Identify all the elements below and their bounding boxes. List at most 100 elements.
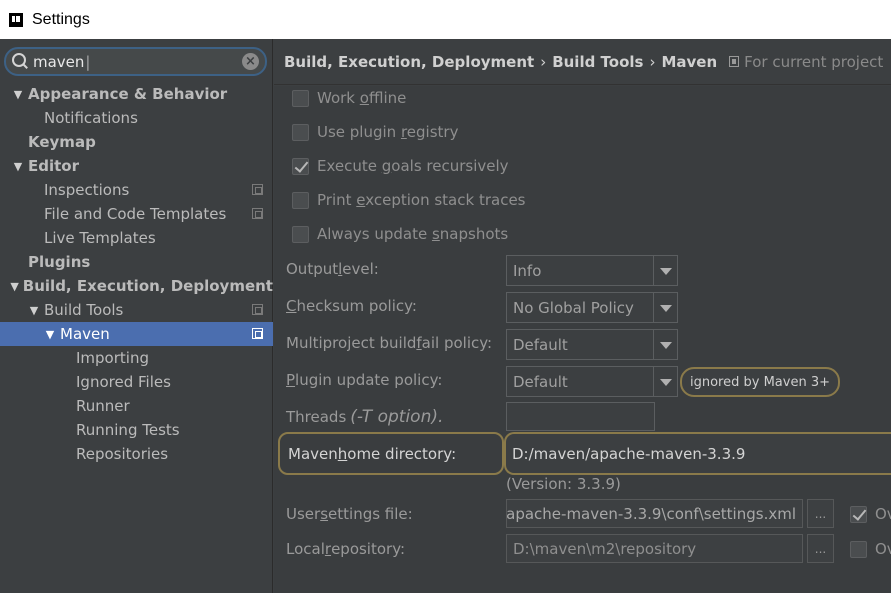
tree-item-build-execution-deployment[interactable]: ▼ Build, Execution, Deployment [0, 274, 273, 298]
tree-item-ignored-files[interactable]: Ignored Files [0, 370, 273, 394]
maven-home-label: Maven h ome directory: [278, 432, 504, 475]
chevron-down-icon[interactable] [653, 256, 677, 285]
breadcrumb-item-maven: Maven [661, 52, 718, 71]
search-icon [12, 53, 29, 70]
user-settings-override-checkbox[interactable] [850, 505, 867, 523]
local-repo-label: Local r epository: [286, 540, 406, 558]
user-settings-input[interactable]: apache-maven-3.3.9\conf\settings.xml [506, 499, 803, 528]
chevron-down-icon[interactable] [653, 330, 677, 359]
always-update-option[interactable]: Always update snapshots [292, 222, 508, 246]
tree-item-runner[interactable]: Runner [0, 394, 273, 418]
tree-item-label: Editor [28, 157, 79, 175]
always-update-checkbox[interactable] [292, 225, 309, 243]
tree-item-label: Maven [60, 325, 110, 343]
maven-home-value: D:/maven/apache-maven-3.3.9 [512, 444, 746, 463]
tree-item-label: Notifications [44, 109, 138, 127]
print-exception-label: Print exception stack traces [317, 191, 526, 209]
maven-settings-form: Work offline Use plugin registry Execute… [274, 86, 891, 593]
plugin-update-value: Default [513, 372, 568, 391]
ignored-badge: ignored by Maven 3+ [680, 367, 840, 397]
threads-input[interactable] [506, 402, 655, 431]
window-titlebar: Settings [0, 0, 891, 39]
print-exception-checkbox[interactable] [292, 191, 309, 209]
user-settings-label: User s ettings file: [286, 505, 413, 523]
local-repo-value: D:\maven\m2\repository [513, 539, 697, 558]
tree-item-label: Keymap [28, 133, 96, 151]
tree-item-label: Importing [76, 349, 149, 367]
multiproject-fail-value: Default [513, 335, 568, 354]
tree-item-file-and-code-templates[interactable]: File and Code Templates [0, 202, 273, 226]
settings-content-panel: Build, Execution, Deployment › Build Too… [274, 39, 891, 593]
multiproject-fail-label: Multiproject build f ail policy: [286, 334, 493, 352]
user-settings-override[interactable]: Ov [850, 502, 891, 526]
execute-goals-label: Execute goals recursively [317, 157, 509, 175]
output-level-value: Info [513, 261, 542, 280]
intellij-logo-icon [9, 12, 23, 27]
tree-item-label: Inspections [44, 181, 130, 199]
multiproject-fail-select[interactable]: Default [506, 329, 678, 360]
settings-tree: ▼ Appearance & Behavior Notifications Keyma… [0, 82, 273, 466]
breadcrumb-item-build-tools: Build Tools [552, 52, 644, 71]
local-repo-browse-button[interactable]: ... [807, 534, 834, 563]
breadcrumb-item-build: Build, Execution, Deployment [284, 52, 535, 71]
expand-arrow-icon[interactable]: ▼ [10, 88, 26, 101]
work-offline-option[interactable]: Work offline [292, 86, 406, 110]
execute-goals-checkbox[interactable] [292, 157, 309, 175]
tree-item-label: Running Tests [76, 421, 180, 439]
plugin-registry-label: Use plugin registry [317, 123, 459, 141]
local-repo-override[interactable]: Ov [850, 537, 891, 561]
plugin-registry-option[interactable]: Use plugin registry [292, 120, 458, 144]
execute-goals-option[interactable]: Execute goals recursively [292, 154, 509, 178]
tree-item-running-tests[interactable]: Running Tests [0, 418, 273, 442]
local-repo-override-label: Ov [875, 540, 891, 558]
breadcrumb-separator: › [649, 52, 656, 71]
chevron-down-icon[interactable] [653, 367, 677, 396]
breadcrumb-separator: › [540, 52, 547, 71]
expand-arrow-icon[interactable]: ▼ [10, 160, 26, 173]
local-repo-input[interactable]: D:\maven\m2\repository [506, 534, 803, 563]
tree-item-label: Runner [76, 397, 130, 415]
user-settings-browse-button[interactable]: ... [807, 499, 834, 528]
work-offline-checkbox[interactable] [292, 89, 309, 107]
tree-item-label: Repositories [76, 445, 169, 463]
expand-arrow-icon[interactable]: ▼ [8, 280, 21, 293]
tree-item-notifications[interactable]: Notifications [0, 106, 273, 130]
plugin-registry-checkbox[interactable] [292, 123, 309, 141]
maven-home-input[interactable]: D:/maven/apache-maven-3.3.9 [504, 432, 891, 475]
print-exception-option[interactable]: Print exception stack traces [292, 188, 525, 212]
clear-icon[interactable]: × [242, 53, 259, 70]
tree-item-importing[interactable]: Importing [0, 346, 273, 370]
work-offline-label: Work offline [317, 89, 407, 107]
tree-item-label: Plugins [28, 253, 91, 271]
plugin-update-label: Plugin update policy: [286, 371, 443, 389]
checksum-policy-select[interactable]: No Global Policy [506, 292, 678, 323]
checksum-policy-value: No Global Policy [513, 298, 634, 317]
output-level-select[interactable]: Info [506, 255, 678, 286]
plugin-update-select[interactable]: Default [506, 366, 678, 397]
tree-item-plugins[interactable]: Plugins [0, 250, 273, 274]
breadcrumb: Build, Execution, Deployment › Build Too… [274, 39, 891, 85]
tree-item-editor[interactable]: ▼ Editor [0, 154, 273, 178]
search-input[interactable]: maven [33, 53, 242, 71]
project-scope-icon [252, 208, 263, 219]
tree-item-keymap[interactable]: Keymap [0, 130, 273, 154]
expand-arrow-icon[interactable]: ▼ [26, 304, 42, 317]
tree-item-label: Ignored Files [76, 373, 171, 391]
search-field[interactable]: maven × [4, 47, 267, 76]
chevron-down-icon[interactable] [653, 293, 677, 322]
tree-item-label: Build, Execution, Deployment [22, 277, 273, 295]
tree-item-appearance-behavior[interactable]: ▼ Appearance & Behavior [0, 82, 273, 106]
tree-item-build-tools[interactable]: ▼ Build Tools [0, 298, 273, 322]
checksum-policy-label: Checksum policy: [286, 297, 417, 315]
expand-arrow-icon[interactable]: ▼ [42, 328, 58, 341]
tree-item-inspections[interactable]: Inspections [0, 178, 273, 202]
tree-item-label: Build Tools [44, 301, 124, 319]
settings-sidebar: maven × ▼Appearance & Behavior Notificati… [0, 39, 273, 593]
tree-item-repositories[interactable]: Repositories [0, 442, 273, 466]
project-scope-icon [729, 56, 740, 67]
always-update-label: Always update snapshots [317, 225, 509, 243]
project-scope-icon [252, 304, 263, 315]
tree-item-maven[interactable]: ▼ Maven [0, 322, 273, 346]
local-repo-override-checkbox[interactable] [850, 540, 867, 558]
tree-item-live-templates[interactable]: Live Templates [0, 226, 273, 250]
